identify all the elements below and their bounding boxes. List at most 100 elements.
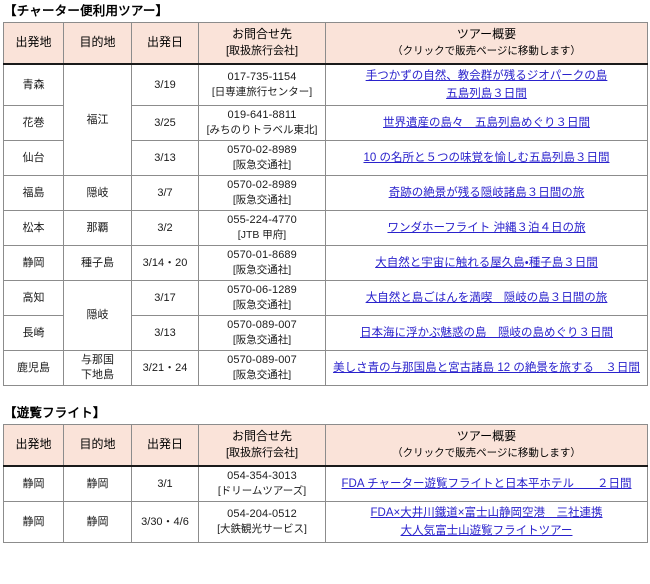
tour-link[interactable]: 10 の名所と５つの味覚を愉しむ五島列島３日間 <box>364 149 610 167</box>
cell-destination: 静岡 <box>63 465 132 502</box>
tour-link[interactable]: 日本海に浮かぶ魅惑の島 隠岐の島めぐり３日間 <box>360 324 613 342</box>
column-header-tour: ツアー概要 （クリックで販売ページに移動します） <box>325 22 648 65</box>
cell-contact: 0570-089-007 [阪急交通社] <box>198 350 326 386</box>
contact-agency-name: [阪急交通社] <box>232 159 292 171</box>
tour-link-line: 美しさ青の与那国島と宮古諸島 12 の絶景を旅する ３日間 <box>333 362 640 374</box>
contact-phone-number: 0570-06-1289 <box>227 284 297 296</box>
contact-agency-name: [阪急交通社] <box>232 369 292 381</box>
tour-listing-page: 【チャーター便利用ツアー】 出発地 目的地 出発日 お問合せ先 [取扱旅行会社] ツアー概要… <box>0 0 650 543</box>
column-header-tour-main: ツアー概要 <box>456 27 517 41</box>
cell-destination: 福江 <box>63 63 132 176</box>
cell-contact: 054-354-3013 [ドリームツアーズ] <box>198 465 326 502</box>
cell-contact: 0570-02-8989 [阪急交通社] <box>198 175 326 211</box>
contact-phone-number: 0570-02-8989 <box>227 179 297 191</box>
tour-link[interactable]: 世界遺産の島々 五島列島めぐり３日間 <box>383 114 590 132</box>
cell-departure: 長崎 <box>3 315 64 351</box>
column-header-departure-date-label: 出発日 <box>146 437 183 451</box>
cell-departure-date: 3/2 <box>131 210 199 246</box>
table-row: 青森 福江 3/19 017-735-1154 [日専連旅行センター] 手つかずの自然、教… <box>3 63 648 176</box>
column-header-destination: 目的地 <box>63 424 132 467</box>
cell-tour-summary: FDA チャーター遊覧フライトと日本平ホテル ２日間 <box>325 465 648 502</box>
cell-contact: 055-224-4770 [JTB 甲府] <box>198 210 326 246</box>
column-header-destination-label: 目的地 <box>79 35 116 49</box>
column-header-tour-sub: （クリックで販売ページに移動します） <box>392 447 581 459</box>
table-header-row: 出発地 目的地 出発日 お問合せ先 [取扱旅行会社] ツアー概要 （クリックで販売ページに移… <box>3 22 648 65</box>
tour-link-line: FDA×大井川鐵道×富士山静岡空港 三社連携 <box>370 507 603 519</box>
cell-departure: 松本 <box>3 210 64 246</box>
column-header-departure-date: 出発日 <box>131 424 199 467</box>
cell-destination: 隠岐 <box>63 175 132 211</box>
tour-link[interactable]: 大自然と島ごはんを満喫 隠岐の島３日間の旅 <box>366 289 608 307</box>
contact-phone-number: 0570-089-007 <box>227 319 297 331</box>
tour-link[interactable]: FDA×大井川鐵道×富士山静岡空港 三社連携 大人気富士山遊覧フライトツアー <box>371 504 603 540</box>
contact-phone-number: 055-224-4770 <box>227 214 297 226</box>
table-row: 福島 隠岐 3/7 0570-02-8989 [阪急交通社] 奇跡の絶景が残る隠岐諸島３日… <box>3 175 648 211</box>
cell-departure: 鹿児島 <box>3 350 64 386</box>
cell-contact: 019-641-8811 [みちのりトラベル東北] <box>198 105 326 141</box>
cell-departure: 静岡 <box>3 465 64 502</box>
table-row: 静岡 静岡 3/1 054-354-3013 [ドリームツアーズ] FDA チャーター遊覧… <box>3 465 648 502</box>
column-header-departure-label: 出発地 <box>15 35 52 49</box>
contact-phone-number: 054-204-0512 <box>227 508 297 520</box>
cell-tour-summary: 10 の名所と５つの味覚を愉しむ五島列島３日間 <box>325 140 648 176</box>
table-row: 松本 那覇 3/2 055-224-4770 [JTB 甲府] ワンダホーフライト 沖縄３… <box>3 210 648 246</box>
table-header-row: 出発地 目的地 出発日 お問合せ先 [取扱旅行会社] ツアー概要 （クリックで販売ページに移… <box>3 424 648 467</box>
tour-link[interactable]: 美しさ青の与那国島と宮古諸島 12 の絶景を旅する ３日間 <box>333 359 640 377</box>
contact-phone-number: 0570-089-007 <box>227 354 297 366</box>
tour-link-line: 大自然と宇宙に触れる屋久島・種子島３日間 <box>375 257 598 269</box>
tour-link[interactable]: 大自然と宇宙に触れる屋久島・種子島３日間 <box>375 254 597 272</box>
cell-tour-summary: 日本海に浮かぶ魅惑の島 隠岐の島めぐり３日間 <box>325 315 648 351</box>
tour-link[interactable]: ワンダホーフライト 沖縄３泊４日の旅 <box>387 219 585 237</box>
tour-link[interactable]: 奇跡の絶景が残る隠岐諸島３日間の旅 <box>389 184 585 202</box>
cell-destination: 隠岐 <box>63 280 132 351</box>
contact-phone-number: 019-641-8811 <box>227 109 297 121</box>
table-charter-flight-tours: 出発地 目的地 出発日 お問合せ先 [取扱旅行会社] ツアー概要 （クリックで販売ページに移… <box>3 22 648 386</box>
tour-link-line: 日本海に浮かぶ魅惑の島 隠岐の島めぐり３日間 <box>360 327 613 339</box>
contact-agency-name: [日専連旅行センター] <box>211 86 313 98</box>
column-header-contact-sub: [取扱旅行会社] <box>225 45 299 57</box>
cell-destination: 種子島 <box>63 245 132 281</box>
cell-contact: 054-204-0512 [大鉄観光サービス] <box>198 501 326 543</box>
contact-phone-number: 0570-02-8989 <box>227 144 297 156</box>
cell-departure-date: 3/19 <box>131 63 199 106</box>
cell-departure-date: 3/25 <box>131 105 199 141</box>
cell-contact: 017-735-1154 [日専連旅行センター] <box>198 63 326 106</box>
cell-departure: 静岡 <box>3 245 64 281</box>
tour-link[interactable]: FDA チャーター遊覧フライトと日本平ホテル ２日間 <box>342 475 632 493</box>
column-header-contact: お問合せ先 [取扱旅行会社] <box>198 22 326 65</box>
contact-phone-number: 017-735-1154 <box>227 71 297 83</box>
column-header-departure: 出発地 <box>3 22 64 65</box>
tour-link-line: 世界遺産の島々 五島列島めぐり３日間 <box>383 117 590 129</box>
destination-line: 下地島 <box>81 369 114 381</box>
cell-departure-date: 3/7 <box>131 175 199 211</box>
contact-agency-name: [阪急交通社] <box>232 194 292 206</box>
cell-tour-summary: ワンダホーフライト 沖縄３泊４日の旅 <box>325 210 648 246</box>
contact-agency-name: [大鉄観光サービス] <box>217 523 307 535</box>
cell-tour-summary: 美しさ青の与那国島と宮古諸島 12 の絶景を旅する ３日間 <box>325 350 648 386</box>
column-header-departure-date-label: 出発日 <box>146 35 183 49</box>
column-header-contact-main: お問合せ先 <box>231 429 292 443</box>
column-header-tour-main: ツアー概要 <box>456 429 517 443</box>
cell-destination: 静岡 <box>63 501 132 543</box>
table-sightseeing-flights: 出発地 目的地 出発日 お問合せ先 [取扱旅行会社] ツアー概要 （クリックで販売ページに移… <box>3 424 648 543</box>
cell-contact: 0570-02-8989 [阪急交通社] <box>198 140 326 176</box>
cell-departure-date: 3/30・4/6 <box>131 501 199 543</box>
cell-departure: 高知 <box>3 280 64 316</box>
tour-link-line: 奇跡の絶景が残る隠岐諸島３日間の旅 <box>388 187 585 199</box>
cell-destination: 与那国 下地島 <box>63 350 132 386</box>
cell-departure-date: 3/13 <box>131 315 199 351</box>
contact-agency-name: [阪急交通社] <box>232 264 292 276</box>
tour-link-line: 10 の名所と５つの味覚を愉しむ五島列島３日間 <box>363 152 610 164</box>
tour-link[interactable]: 手つかずの自然、教会群が残るジオパークの島 五島列島３日間 <box>366 67 608 103</box>
contact-agency-name: [阪急交通社] <box>232 299 292 311</box>
table-row: 鹿児島 与那国 下地島 3/21・24 0570-089-007 [阪急交通社] 美しさ青の… <box>3 350 648 386</box>
cell-departure: 仙台 <box>3 140 64 176</box>
column-header-contact-sub: [取扱旅行会社] <box>225 447 299 459</box>
cell-tour-summary: FDA×大井川鐵道×富士山静岡空港 三社連携 大人気富士山遊覧フライトツアー <box>325 501 648 543</box>
table-row: 静岡 種子島 3/14・20 0570-01-8689 [阪急交通社] 大自然と宇宙に触れ… <box>3 245 648 281</box>
column-header-tour-sub: （クリックで販売ページに移動します） <box>392 45 581 57</box>
column-header-departure: 出発地 <box>3 424 64 467</box>
cell-tour-summary: 手つかずの自然、教会群が残るジオパークの島 五島列島３日間 <box>325 63 648 106</box>
table-row: 静岡 静岡 3/30・4/6 054-204-0512 [大鉄観光サービス] FDA×大井… <box>3 501 648 543</box>
